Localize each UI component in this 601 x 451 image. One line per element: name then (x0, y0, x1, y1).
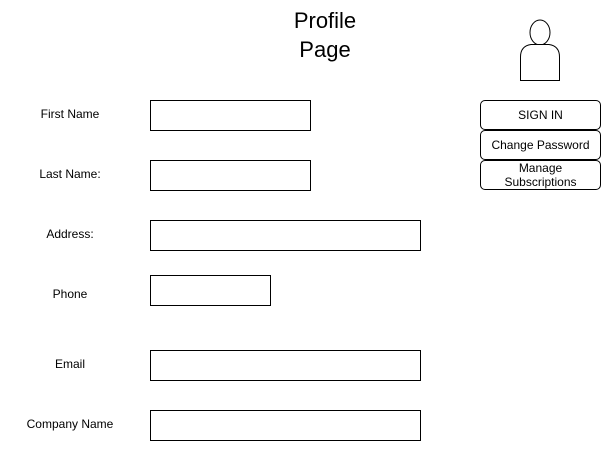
last-name-label: Last Name: (39, 167, 101, 181)
page-title-line-2: Page (299, 37, 351, 62)
first-name-label: First Name (40, 107, 100, 121)
phone-field[interactable] (150, 275, 271, 306)
manage-subscriptions-button[interactable]: Manage Subscriptions (480, 160, 601, 190)
last-name-field[interactable] (150, 160, 311, 191)
phone-label: Phone (52, 287, 88, 301)
user-silhouette-icon (520, 19, 560, 81)
company-name-label: Company Name (26, 417, 114, 431)
sign-in-button[interactable]: SIGN IN (480, 100, 601, 130)
first-name-field[interactable] (150, 100, 311, 131)
page-title-line-1: Profile (293, 8, 357, 33)
address-field[interactable] (150, 220, 421, 251)
change-password-button[interactable]: Change Password (480, 130, 601, 160)
avatar (518, 19, 562, 82)
address-label: Address: (46, 227, 94, 241)
page-title: Profile Page (265, 6, 385, 64)
company-name-field[interactable] (150, 410, 421, 441)
email-label: Email (54, 357, 85, 371)
email-field[interactable] (150, 350, 421, 381)
